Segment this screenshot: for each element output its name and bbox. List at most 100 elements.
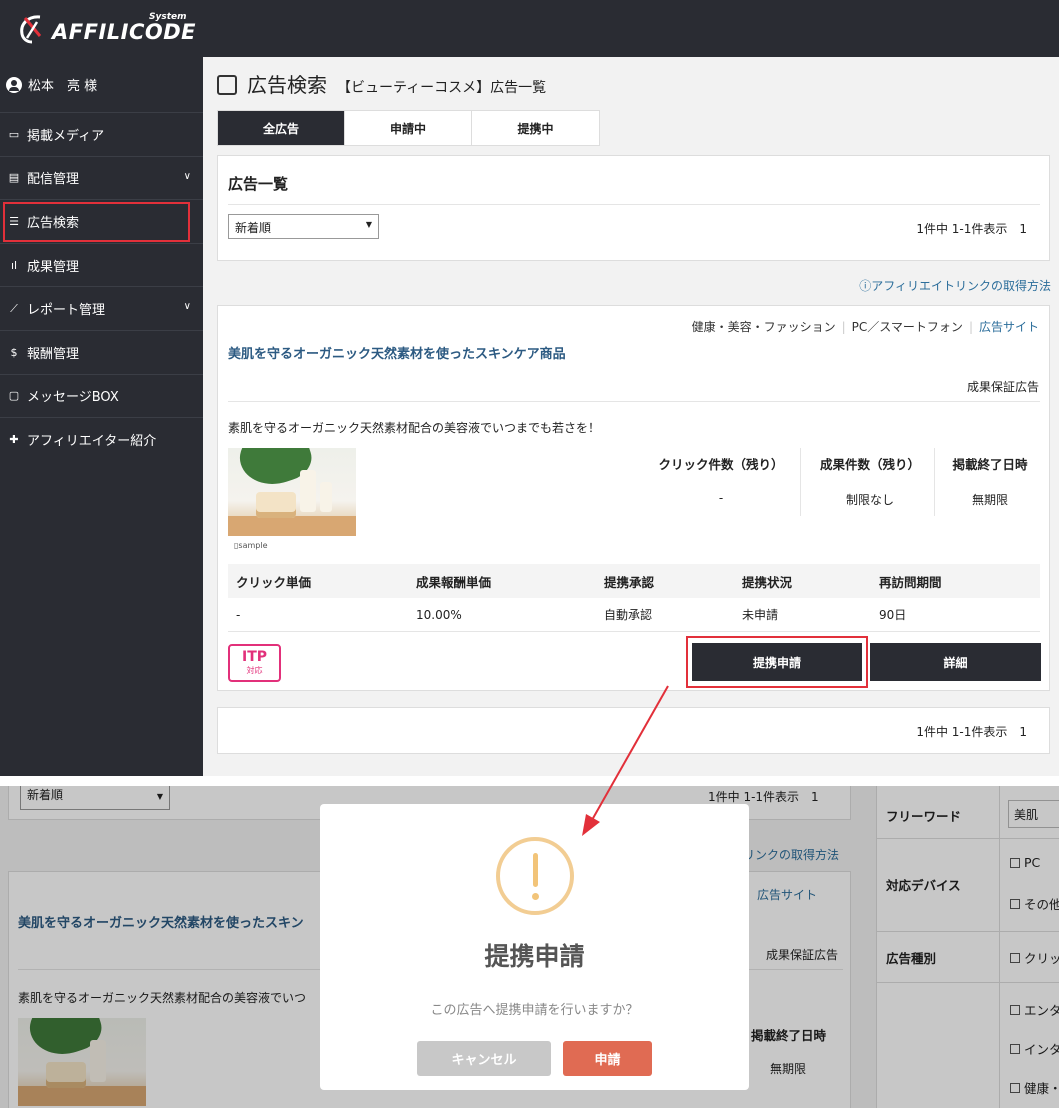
divider bbox=[800, 448, 801, 516]
top-bar: AFFILICODE System bbox=[0, 0, 1059, 57]
help-link[interactable]: ⓘアフィリエイトリンクの取得方法 bbox=[859, 277, 1051, 294]
stat-value: 制限なし bbox=[845, 493, 894, 507]
pagination: 1件中 1-1件表示 1 bbox=[916, 725, 1027, 739]
sidebar-item-label: レポート管理 bbox=[27, 303, 106, 319]
separator: | bbox=[841, 320, 846, 334]
sidebar-nav: ▭ 掲載メディア ▤ 配信管理 ∨ ☰ 広告検索 ıl 成果管理 ⟋ レポート管… bbox=[0, 112, 203, 461]
media-icon: ▭ bbox=[8, 127, 20, 141]
sidebar-item-message[interactable]: ▢ メッセージBOX bbox=[0, 373, 203, 418]
warning-bar bbox=[533, 853, 538, 887]
confirm-apply-button[interactable]: 申請 bbox=[563, 1041, 652, 1076]
chevron-down-icon: ∨ bbox=[183, 301, 191, 313]
sidebar-item-reward[interactable]: $ 報酬管理 bbox=[0, 329, 203, 374]
list-footer-panel: 1件中 1-1件表示 1 bbox=[217, 707, 1050, 754]
help-link-text: アフィリエイトリンクの取得方法 bbox=[871, 279, 1051, 293]
detail-button[interactable]: 詳細 bbox=[870, 643, 1041, 681]
ad-search-icon bbox=[217, 75, 237, 95]
table-cell: 10.00% bbox=[416, 607, 462, 622]
stat-end-date: 掲載終了日時 無期限 bbox=[940, 454, 1040, 508]
sidebar: 松本 亮 様 ▭ 掲載メディア ▤ 配信管理 ∨ ☰ 広告検索 ıl 成果管理 bbox=[0, 57, 203, 776]
info-icon: ⓘ bbox=[859, 279, 872, 293]
page-header: 広告検索 【ビューティーコスメ】広告一覧 bbox=[217, 69, 546, 98]
sidebar-item-delivery[interactable]: ▤ 配信管理 ∨ bbox=[0, 155, 203, 200]
brand-logo[interactable]: AFFILICODE System bbox=[18, 10, 218, 48]
itp-badge: ITP 対応 bbox=[228, 644, 281, 682]
table-header: クリック単価 成果報酬単価 提携承認 提携状況 再訪問期間 bbox=[228, 564, 1040, 598]
table-row: - 10.00% 自動承認 未申請 90日 bbox=[228, 598, 1040, 632]
delivery-icon: ▤ bbox=[8, 171, 20, 185]
user-plus-icon: ✚ bbox=[9, 432, 19, 446]
table-cell: - bbox=[236, 607, 241, 622]
bottle-shape bbox=[320, 482, 332, 512]
page-subtitle: 【ビューティーコスメ】広告一覧 bbox=[337, 80, 547, 96]
sidebar-item-label: アフィリエイター紹介 bbox=[27, 433, 157, 449]
jar-shape bbox=[256, 492, 296, 518]
separator: | bbox=[968, 320, 973, 334]
tab-all[interactable]: 全広告 bbox=[218, 111, 345, 145]
sidebar-item-report[interactable]: ⟋ レポート管理 ∨ bbox=[0, 286, 203, 330]
logo-mark-icon bbox=[20, 15, 42, 44]
user-avatar-icon bbox=[6, 76, 22, 93]
board-shape bbox=[228, 516, 356, 536]
top-screen: AFFILICODE System 松本 亮 様 ▭ 掲載メディア ▤ 配信管理… bbox=[0, 0, 1059, 776]
dollar-icon: $ bbox=[10, 345, 18, 359]
bottom-screen: 新着順 ▼ 1件中 1-1件表示 1 リンクの取得方法 広告サイト 美肌を守るオ… bbox=[0, 786, 1059, 1108]
sidebar-item-referral[interactable]: ✚ アフィリエイター紹介 bbox=[0, 417, 203, 461]
tab-applying[interactable]: 申請中 bbox=[345, 111, 472, 145]
sort-select[interactable]: 新着順 ▼ bbox=[228, 214, 379, 239]
warning-dot bbox=[532, 893, 539, 900]
stat-value: - bbox=[718, 491, 724, 505]
stat-clicks: クリック件数（残り） - bbox=[646, 454, 796, 505]
user-name: 松本 亮 様 bbox=[28, 79, 98, 94]
tab-partnered[interactable]: 提携中 bbox=[472, 111, 599, 145]
sidebar-item-label: メッセージBOX bbox=[27, 390, 119, 406]
column-header: 提携状況 bbox=[742, 574, 793, 590]
ad-type: 成果保証広告 bbox=[966, 380, 1039, 394]
ad-card: 健康・美容・ファッション | PC／スマートフォン | 広告サイト 美肌を守るオーガニッ… bbox=[217, 305, 1050, 691]
line-chart-icon: ⟋ bbox=[10, 301, 18, 315]
cancel-button[interactable]: キャンセル bbox=[417, 1041, 551, 1076]
column-header: 成果報酬単価 bbox=[416, 574, 492, 590]
sidebar-item-media[interactable]: ▭ 掲載メディア bbox=[0, 112, 203, 156]
stat-conversions: 成果件数（残り） 制限なし bbox=[806, 454, 934, 508]
dialog-message: この広告へ提携申請を行いますか？ bbox=[430, 1003, 639, 1018]
message-icon: ▢ bbox=[8, 389, 20, 403]
highlight-box bbox=[3, 202, 190, 243]
ad-title[interactable]: 美肌を守るオーガニック天然素材を使ったスキンケア商品 bbox=[228, 343, 566, 362]
divider bbox=[228, 401, 1040, 402]
confirm-dialog: 提携申請 この広告へ提携申請を行いますか？ キャンセル 申請 bbox=[320, 804, 749, 1090]
sidebar-item-ad-search[interactable]: ☰ 広告検索 bbox=[0, 199, 203, 243]
pagination: 1件中 1-1件表示 1 bbox=[916, 222, 1027, 236]
sort-selected: 新着順 bbox=[235, 221, 272, 235]
stat-label: 成果件数（残り） bbox=[819, 457, 920, 472]
warning-icon bbox=[496, 837, 574, 915]
stat-value: 無期限 bbox=[971, 493, 1008, 507]
category-label: 健康・美容・ファッション bbox=[691, 320, 836, 334]
divider bbox=[934, 448, 935, 516]
divider bbox=[228, 204, 1040, 205]
ad-categories: 健康・美容・ファッション | PC／スマートフォン | 広告サイト bbox=[692, 318, 1039, 335]
ad-site-link[interactable]: 広告サイト bbox=[979, 320, 1039, 334]
column-header: クリック単価 bbox=[236, 574, 312, 590]
itp-badge-line2: 対応 bbox=[246, 666, 263, 675]
itp-badge-line1: ITP bbox=[241, 649, 268, 665]
chevron-down-icon: ∨ bbox=[183, 170, 191, 182]
sidebar-item-results[interactable]: ıl 成果管理 bbox=[0, 242, 203, 287]
ad-description: 素肌を守るオーガニック天然素材配合の美容液でいつまでも若さを！ bbox=[228, 421, 601, 435]
column-header: 再訪問期間 bbox=[879, 574, 942, 590]
brand-name: AFFILICODE bbox=[52, 20, 196, 44]
sidebar-item-label: 配信管理 bbox=[27, 172, 80, 188]
bottle-shape bbox=[300, 470, 316, 512]
apply-partnership-button[interactable]: 提携申請 bbox=[692, 643, 862, 681]
user-info[interactable]: 松本 亮 様 bbox=[6, 75, 97, 94]
list-heading: 広告一覧 bbox=[228, 175, 289, 193]
page-title: 広告検索 bbox=[247, 73, 327, 97]
table-cell: 90日 bbox=[879, 608, 907, 622]
table-cell: 自動承認 bbox=[604, 608, 653, 622]
stat-label: 掲載終了日時 bbox=[952, 457, 1028, 472]
sidebar-item-label: 掲載メディア bbox=[27, 128, 105, 144]
ad-terms-table: クリック単価 成果報酬単価 提携承認 提携状況 再訪問期間 - 10.00% 自… bbox=[228, 564, 1040, 632]
list-header-panel: 広告一覧 新着順 ▼ 1件中 1-1件表示 1 bbox=[217, 155, 1050, 261]
ad-thumbnail[interactable] bbox=[228, 448, 356, 536]
dialog-title: 提携申請 bbox=[484, 942, 585, 971]
